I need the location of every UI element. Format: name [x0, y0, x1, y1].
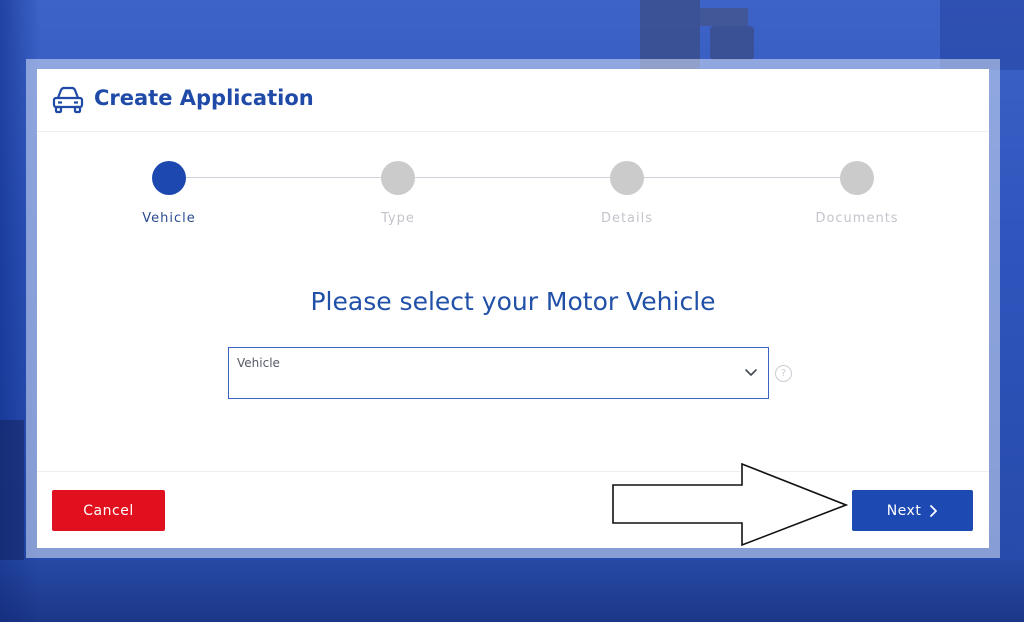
step-label-details: Details — [600, 211, 654, 226]
background-street — [0, 560, 1024, 622]
step-type: Type — [318, 161, 478, 226]
step-details: Details — [547, 161, 707, 226]
step-vehicle: Vehicle — [89, 161, 249, 226]
vehicle-select[interactable]: Vehicle — [228, 347, 769, 399]
car-icon — [52, 86, 84, 114]
page-title: Create Application — [94, 86, 314, 110]
step-dot-details — [610, 161, 644, 195]
next-button-content: Next — [887, 503, 939, 519]
background-streetlight — [700, 8, 748, 26]
step-label-vehicle: Vehicle — [142, 211, 196, 226]
chevron-right-icon — [930, 504, 938, 517]
vehicle-select-label: Vehicle — [237, 356, 280, 370]
annotation-arrow-icon — [612, 463, 848, 547]
step-label-type: Type — [381, 211, 415, 226]
card-header: Create Application — [37, 69, 989, 132]
background-streetlight-head — [710, 26, 754, 60]
background-pole — [0, 420, 24, 560]
select-vehicle-heading: Please select your Motor Vehicle — [310, 287, 716, 316]
cancel-button[interactable]: Cancel — [52, 490, 165, 531]
step-dot-type — [381, 161, 415, 195]
next-button[interactable]: Next — [852, 490, 973, 531]
progress-stepper: Vehicle Type Details Documents — [37, 161, 989, 241]
step-dot-vehicle — [152, 161, 186, 195]
step-documents: Documents — [777, 161, 937, 226]
next-button-label: Next — [886, 502, 922, 519]
chevron-down-icon[interactable] — [744, 368, 758, 378]
stepper-line — [169, 177, 857, 178]
step-label-documents: Documents — [815, 211, 899, 226]
help-icon[interactable]: ? — [775, 365, 792, 382]
step-dot-documents — [840, 161, 874, 195]
